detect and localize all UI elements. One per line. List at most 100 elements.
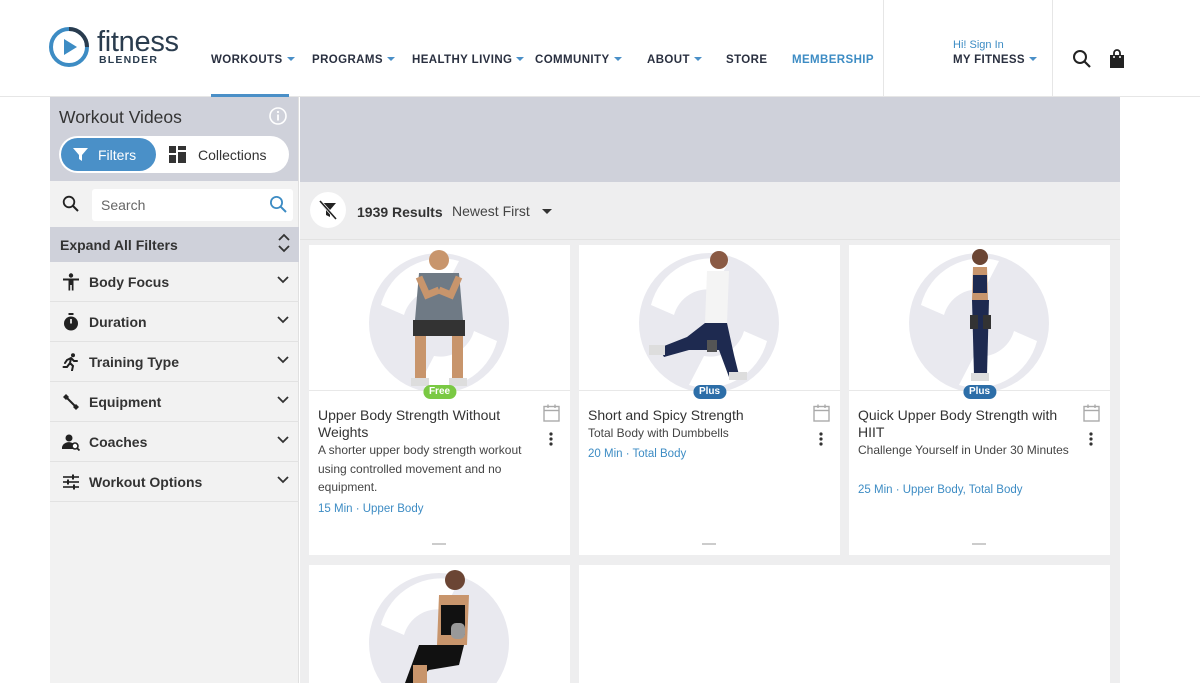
search-input[interactable] xyxy=(92,189,252,221)
chevron-down-icon xyxy=(277,356,289,364)
filter-label: Training Type xyxy=(89,353,179,370)
shopping-bag-icon[interactable] xyxy=(1107,49,1127,69)
free-badge: Free xyxy=(422,385,457,399)
card-placeholder xyxy=(579,565,1110,683)
nav-about[interactable]: ABOUT xyxy=(647,54,702,66)
workout-card[interactable]: Plus Quick Upper Body Strength with HIIT… xyxy=(849,245,1110,555)
chevron-down-icon xyxy=(1028,57,1037,61)
card-divider xyxy=(432,543,446,545)
workout-title[interactable]: Upper Body Strength Without Weights xyxy=(318,407,533,441)
collections-toggle-label: Collections xyxy=(198,146,267,163)
plus-badge: Plus xyxy=(692,385,727,399)
chevron-down-icon xyxy=(613,57,622,61)
search-box xyxy=(92,189,293,221)
chevron-down-icon xyxy=(541,209,552,214)
workout-card[interactable]: Plus Short and Spicy Strength Total Body… xyxy=(579,245,840,555)
site-header: fitness BLENDER WORKOUTS PROGRAMS HEALTH… xyxy=(0,0,1200,97)
more-options-icon[interactable] xyxy=(1089,432,1093,446)
running-icon xyxy=(62,352,78,371)
filters-toggle-button[interactable]: Filters xyxy=(61,138,156,171)
expand-all-filters-button[interactable]: Expand All Filters xyxy=(50,227,299,262)
plus-badge: Plus xyxy=(962,385,997,399)
collections-grid-icon xyxy=(169,146,186,163)
calendar-icon[interactable] xyxy=(813,404,830,422)
sliders-icon xyxy=(63,474,79,489)
workout-thumbnail-image xyxy=(369,250,509,390)
workout-description: Challenge Yourself in Under 30 Minutes xyxy=(858,443,1069,457)
chevron-down-icon xyxy=(277,316,289,324)
chevron-down-icon xyxy=(277,276,289,284)
filter-coaches[interactable]: Coaches xyxy=(50,422,299,462)
calendar-icon[interactable] xyxy=(1083,404,1100,422)
workout-card[interactable] xyxy=(309,565,570,683)
clear-filters-button[interactable] xyxy=(310,192,346,228)
filter-equipment[interactable]: Equipment xyxy=(50,382,299,422)
logo-word: fitness xyxy=(97,26,179,59)
workout-card[interactable]: Free Upper Body Strength Without Weights… xyxy=(309,245,570,555)
card-divider xyxy=(702,543,716,545)
search-row xyxy=(50,187,299,227)
filters-toggle-label: Filters xyxy=(98,146,137,163)
filter-workout-options[interactable]: Workout Options xyxy=(50,462,299,502)
filter-body-focus[interactable]: Body Focus xyxy=(50,262,299,302)
sidebar-title: Workout Videos xyxy=(59,107,182,127)
nav-workouts[interactable]: WORKOUTS xyxy=(211,54,295,66)
body-icon xyxy=(63,272,79,290)
sign-in-link[interactable]: Hi! Sign In xyxy=(953,39,1004,51)
more-options-icon[interactable] xyxy=(819,432,823,446)
expand-all-label: Expand All Filters xyxy=(60,237,178,253)
header-divider xyxy=(883,0,884,97)
sort-dropdown[interactable]: Newest First xyxy=(452,203,552,219)
chevron-down-icon xyxy=(386,57,395,61)
search-submit-icon[interactable] xyxy=(269,195,287,213)
clear-filter-icon xyxy=(318,200,338,220)
header-divider xyxy=(1052,0,1053,97)
promo-banner xyxy=(300,97,1120,182)
nav-store[interactable]: STORE xyxy=(726,54,767,66)
my-fitness-menu[interactable]: MY FITNESS xyxy=(953,54,1037,66)
workout-thumbnail-image xyxy=(639,251,779,390)
nav-programs[interactable]: PROGRAMS xyxy=(312,54,395,66)
view-toggle: Filters Collections xyxy=(59,136,289,173)
nav-community[interactable]: COMMUNITY xyxy=(535,54,622,66)
filter-duration[interactable]: Duration xyxy=(50,302,299,342)
workout-thumbnail[interactable] xyxy=(849,245,1110,391)
filter-label: Body Focus xyxy=(89,273,170,290)
more-options-icon[interactable] xyxy=(549,432,553,446)
workout-thumbnail[interactable] xyxy=(309,565,570,683)
filter-list: Body Focus Duration Training Type Equipm… xyxy=(50,262,299,502)
workout-title[interactable]: Short and Spicy Strength xyxy=(588,407,803,424)
coach-icon xyxy=(62,434,80,451)
collections-toggle-button[interactable]: Collections xyxy=(169,138,266,171)
fitness-blender-logo[interactable]: fitness BLENDER xyxy=(49,26,179,68)
card-divider xyxy=(972,543,986,545)
results-panel: 1939 Results Newest First Free Upper Bod… xyxy=(300,97,1120,683)
results-bar: 1939 Results Newest First xyxy=(300,182,1120,240)
chevron-down-icon xyxy=(286,57,295,61)
info-icon[interactable] xyxy=(269,107,287,125)
filter-training-type[interactable]: Training Type xyxy=(50,342,299,382)
dumbbell-icon xyxy=(63,393,79,410)
workout-description: A shorter upper body strength workout us… xyxy=(318,443,522,494)
expand-collapse-icon xyxy=(278,233,290,253)
workout-thumbnail-image xyxy=(909,249,1049,390)
filter-label: Duration xyxy=(89,313,147,330)
workout-thumbnail[interactable] xyxy=(309,245,570,391)
stopwatch-icon xyxy=(64,312,78,330)
workout-title[interactable]: Quick Upper Body Strength with HIIT xyxy=(858,407,1073,441)
nav-healthy-living[interactable]: HEALTHY LIVING xyxy=(412,54,525,66)
workout-thumbnail[interactable] xyxy=(579,245,840,391)
workout-meta: 25 Min · Upper Body, Total Body xyxy=(858,484,1023,496)
filter-icon xyxy=(73,148,88,161)
chevron-down-icon xyxy=(516,57,525,61)
nav-membership[interactable]: MEMBERSHIP xyxy=(792,54,874,66)
filter-label: Coaches xyxy=(89,433,148,450)
workout-description: Total Body with Dumbbells xyxy=(588,426,729,440)
filter-sidebar: Workout Videos Filters Collections Searc… xyxy=(50,97,299,683)
sidebar-header: Workout Videos Filters Collections xyxy=(50,97,298,181)
filter-label: Workout Options xyxy=(89,473,203,490)
search-icon[interactable] xyxy=(1072,49,1092,69)
calendar-icon[interactable] xyxy=(543,404,560,422)
workout-meta: 20 Min · Total Body xyxy=(588,448,687,460)
results-count: 1939 Results xyxy=(357,204,443,220)
